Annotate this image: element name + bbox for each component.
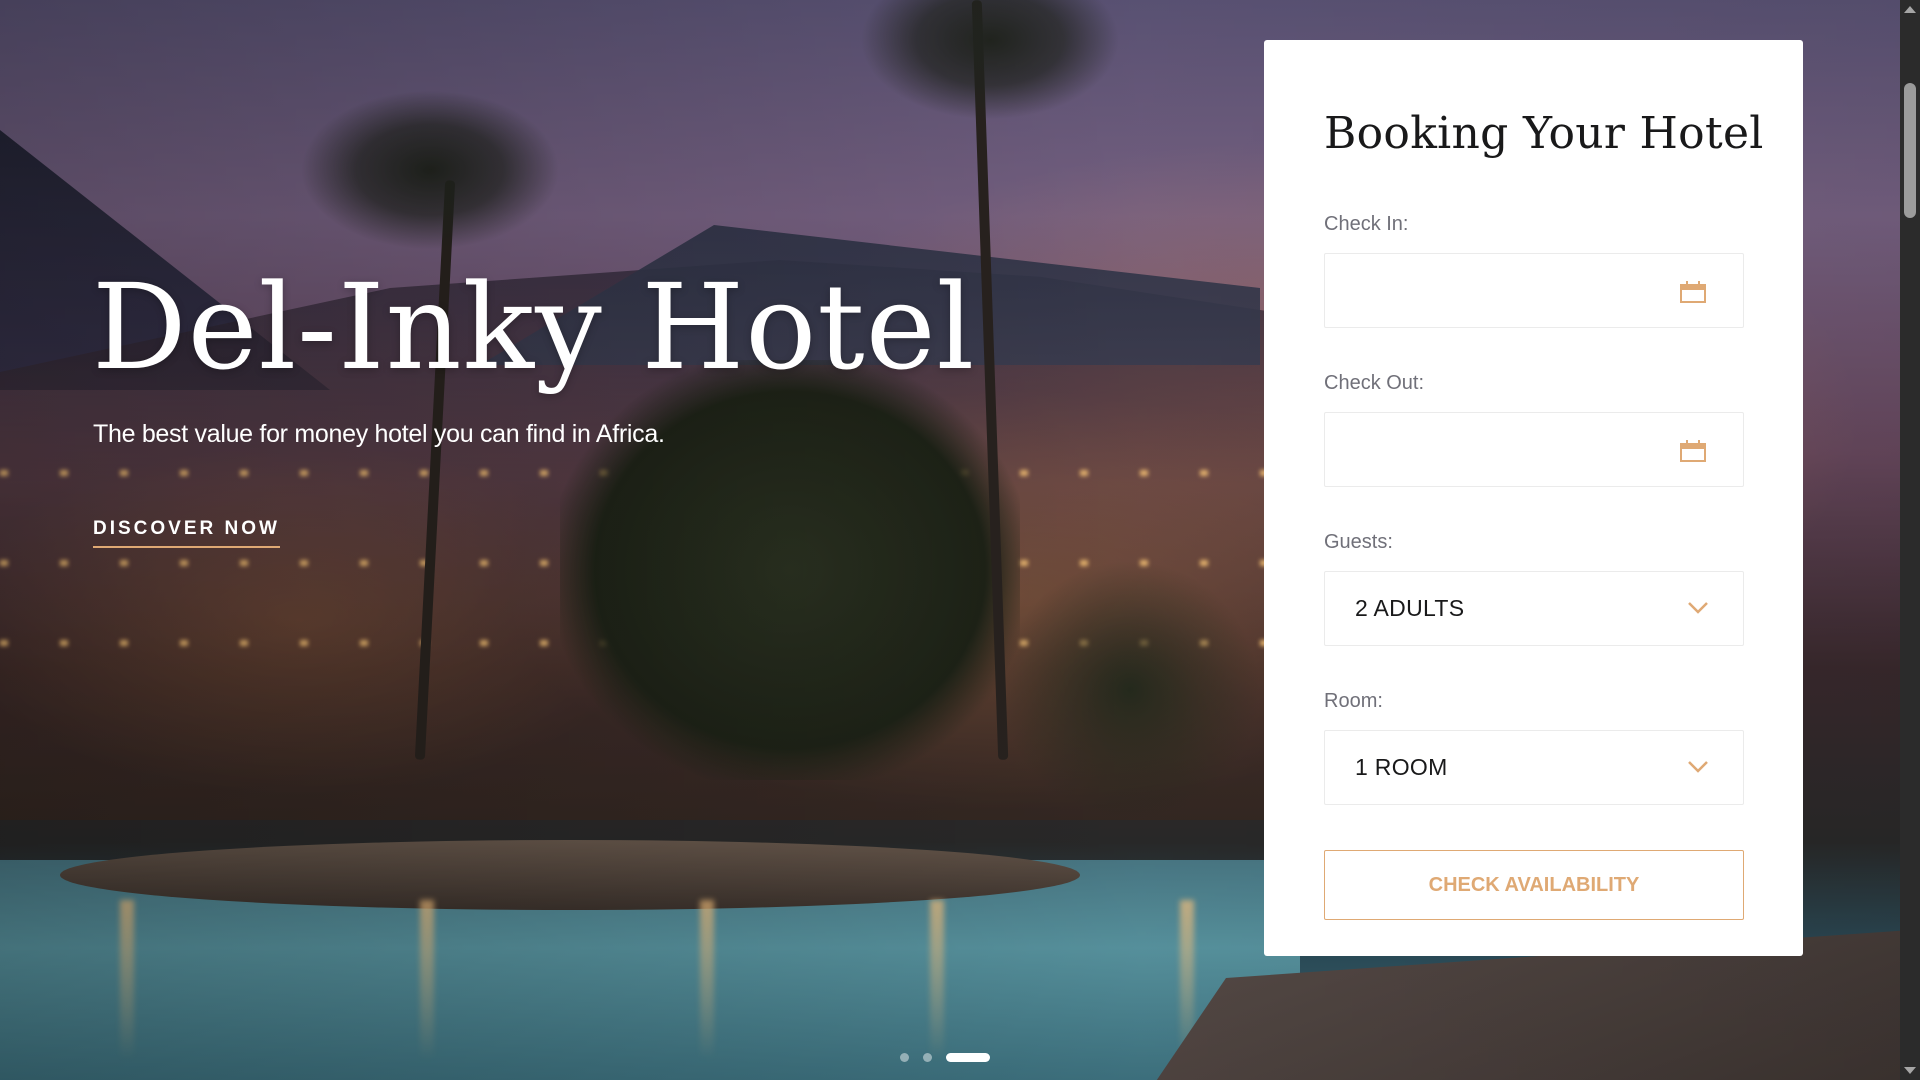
hero-subtitle: The best value for money hotel you can f… — [93, 420, 665, 448]
chevron-down-icon — [1688, 761, 1708, 773]
guests-label: Guests: — [1324, 531, 1393, 553]
guests-select[interactable]: 2 ADULTS — [1324, 571, 1744, 646]
room-label: Room: — [1324, 690, 1383, 712]
check-in-field[interactable] — [1324, 253, 1744, 328]
chevron-down-icon — [1688, 602, 1708, 614]
scroll-up-arrow-icon[interactable] — [1904, 6, 1916, 13]
check-out-label: Check Out: — [1324, 372, 1425, 394]
discover-now-link[interactable]: DISCOVER NOW — [93, 518, 280, 548]
carousel-dots — [900, 1053, 990, 1062]
booking-card: Booking Your Hotel Check In: Check Out: … — [1264, 40, 1803, 956]
page-scrollbar[interactable] — [1900, 0, 1920, 1080]
booking-title: Booking Your Hotel — [1324, 108, 1764, 159]
check-availability-button[interactable]: CHECK AVAILABILITY — [1324, 850, 1744, 920]
carousel-dot-1[interactable] — [900, 1053, 909, 1062]
hero-title: Del-Inky Hotel — [92, 258, 976, 396]
room-select[interactable]: 1 ROOM — [1324, 730, 1744, 805]
calendar-icon[interactable] — [1680, 281, 1706, 303]
carousel-dot-3[interactable] — [946, 1053, 990, 1062]
scroll-down-arrow-icon[interactable] — [1904, 1067, 1916, 1074]
scrollbar-thumb[interactable] — [1904, 83, 1916, 218]
guests-selected-value: 2 ADULTS — [1355, 595, 1465, 621]
check-in-label: Check In: — [1324, 213, 1409, 235]
carousel-dot-2[interactable] — [923, 1053, 932, 1062]
check-out-field[interactable] — [1324, 412, 1744, 487]
room-selected-value: 1 ROOM — [1355, 754, 1448, 780]
calendar-icon[interactable] — [1680, 440, 1706, 462]
